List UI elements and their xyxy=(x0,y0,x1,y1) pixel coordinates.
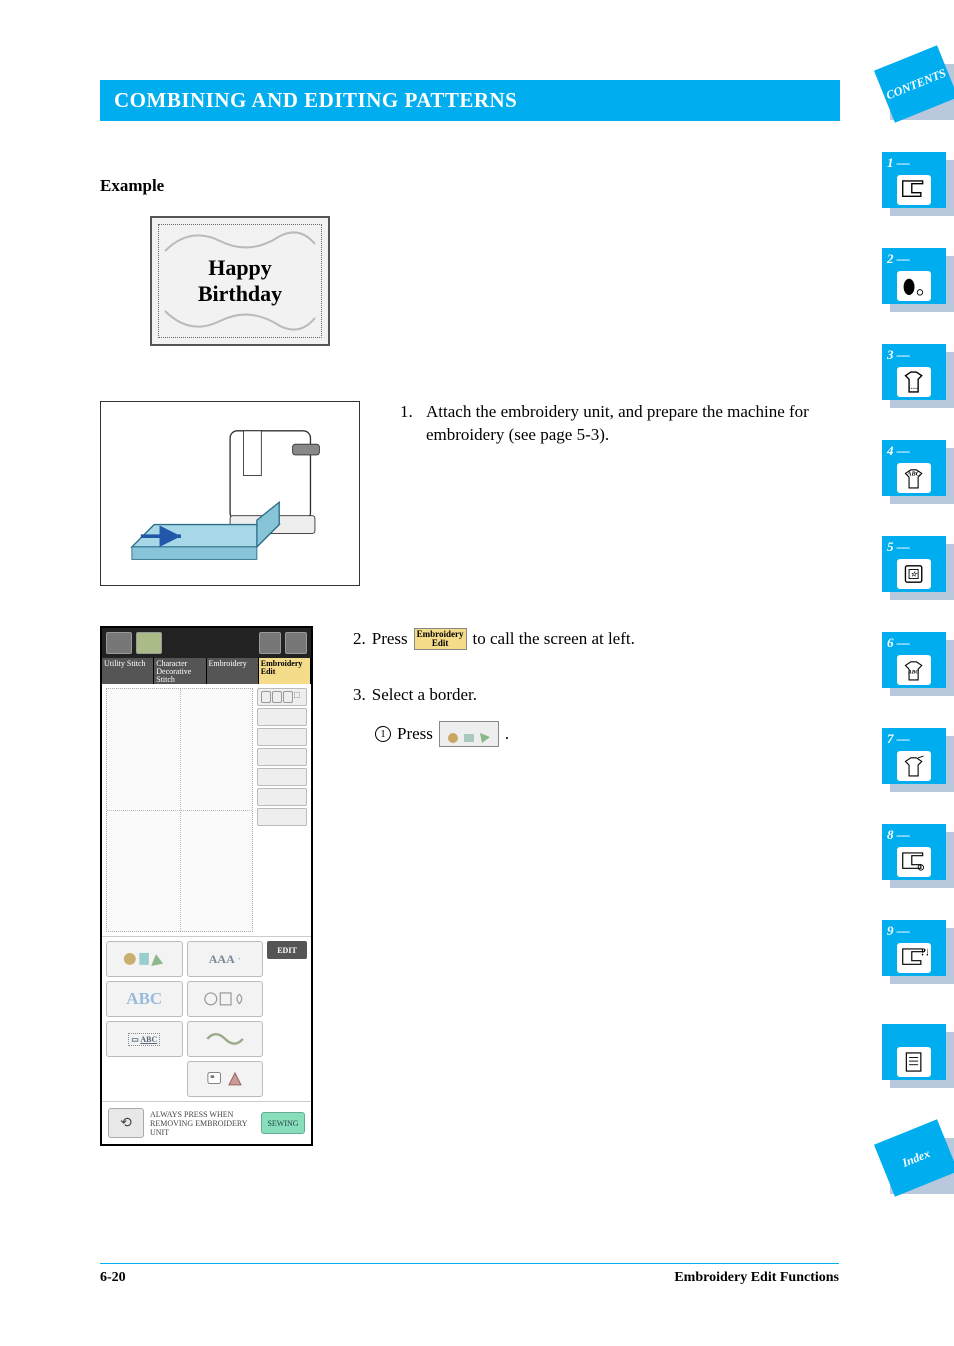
lcd-side-btn xyxy=(257,808,307,826)
lcd-top-icon xyxy=(259,632,281,654)
tab-chapter-8[interactable]: 8 — xyxy=(882,824,954,888)
lcd-top-icon xyxy=(285,632,307,654)
lcd-footer-text: ALWAYS PRESS WHEN REMOVING EMBROIDERY UN… xyxy=(150,1110,255,1137)
footer-title: Embroidery Edit Functions xyxy=(674,1270,839,1286)
tab-chapter-9[interactable]: 9 — ?! xyxy=(882,920,954,984)
lcd-tab-embroidery: Embroidery xyxy=(207,658,259,684)
svg-text:ABC: ABC xyxy=(908,670,920,676)
lcd-tab-embroidery-edit: Embroidery Edit xyxy=(259,658,311,684)
lcd-side-btn xyxy=(257,748,307,766)
step-3-sub-after: . xyxy=(505,721,509,747)
hoop-icon: ☆ xyxy=(897,559,931,589)
lcd-size-buttons: ⬚ xyxy=(257,688,307,706)
embroidery-edit-button-icon: Embroidery Edit xyxy=(414,628,467,650)
lcd-top-icon xyxy=(136,632,162,654)
lcd-side-btn xyxy=(257,728,307,746)
lcd-canvas xyxy=(106,688,253,932)
lcd-palette-card xyxy=(187,1061,264,1097)
happy-text-1: Happy xyxy=(208,255,272,281)
lcd-sewing-button: SEWING xyxy=(261,1112,305,1134)
step-2-number: 2. xyxy=(353,626,366,652)
svg-text:☆: ☆ xyxy=(911,571,919,579)
lcd-palette-decorative xyxy=(106,941,183,977)
border-button-icon xyxy=(439,721,499,747)
shirt-icon xyxy=(897,367,931,397)
edit-shirt-icon: ABC xyxy=(897,655,931,685)
document-icon xyxy=(897,1047,931,1077)
svg-text:ABC: ABC xyxy=(907,470,921,477)
lcd-palette-shapes xyxy=(187,981,264,1017)
abc-shirt-icon: ABC xyxy=(897,463,931,493)
machine-gear-icon xyxy=(897,847,931,877)
step-1-text: Attach the embroidery unit, and prepare … xyxy=(426,401,840,447)
tab-chapter-3[interactable]: 3 — xyxy=(882,344,954,408)
lcd-top-icon xyxy=(106,632,132,654)
step-3-number: 3. xyxy=(353,682,366,708)
svg-text:?!: ?! xyxy=(921,947,927,958)
step-3-sub-number: 1 xyxy=(375,726,391,742)
lcd-side-btn xyxy=(257,788,307,806)
lcd-palette-abc-outline: ABC xyxy=(106,981,183,1017)
example-label: Example xyxy=(100,176,840,196)
tab-chapter-5[interactable]: 5 — ☆ xyxy=(882,536,954,600)
tab-chapter-7[interactable]: 7 — xyxy=(882,728,954,792)
step-3-sub-text: Press xyxy=(397,721,433,747)
section-heading: COMBINING AND EDITING PATTERNS xyxy=(100,80,840,121)
example-image: Happy Birthday xyxy=(150,216,330,346)
machine-question-icon: ?! xyxy=(897,943,931,973)
lcd-edit-button: EDIT xyxy=(267,941,307,959)
lcd-side-btn xyxy=(257,768,307,786)
tab-appendix[interactable] xyxy=(882,1024,954,1088)
lcd-side-btn xyxy=(257,708,307,726)
tab-chapter-1[interactable]: 1 — xyxy=(882,152,954,216)
lcd-remove-unit-button: ⟲ xyxy=(108,1108,144,1138)
step-2-after: to call the screen at left. xyxy=(473,626,635,652)
tab-chapter-4[interactable]: 4 — ABC xyxy=(882,440,954,504)
lcd-palette-abc-frame: ▭ ABC xyxy=(106,1021,183,1057)
lcd-tab-utility: Utility Stitch xyxy=(102,658,154,684)
lcd-screen-illustration: Utility Stitch Character Decorative Stit… xyxy=(100,626,313,1146)
happy-text-2: Birthday xyxy=(198,281,282,307)
tab-index[interactable]: Index xyxy=(882,1130,954,1194)
lcd-palette-motif xyxy=(187,1021,264,1057)
machine-icon xyxy=(897,175,931,205)
page-number: 6-20 xyxy=(100,1270,126,1286)
step-2-before: Press xyxy=(372,626,408,652)
tab-chapter-6[interactable]: 6 — ABC xyxy=(882,632,954,696)
step-3-text: Select a border. xyxy=(372,682,477,708)
lcd-tab-decorative: Character Decorative Stitch xyxy=(154,658,206,684)
machine-illustration xyxy=(100,401,360,586)
tab-contents[interactable]: CONTENTS xyxy=(882,56,954,120)
tab-chapter-2[interactable]: 2 — xyxy=(882,248,954,312)
foot-shirt-icon xyxy=(897,751,931,781)
lcd-palette-aaa: AAA· xyxy=(187,941,264,977)
thread-icon xyxy=(897,271,931,301)
step-1-number: 1. xyxy=(400,401,418,424)
